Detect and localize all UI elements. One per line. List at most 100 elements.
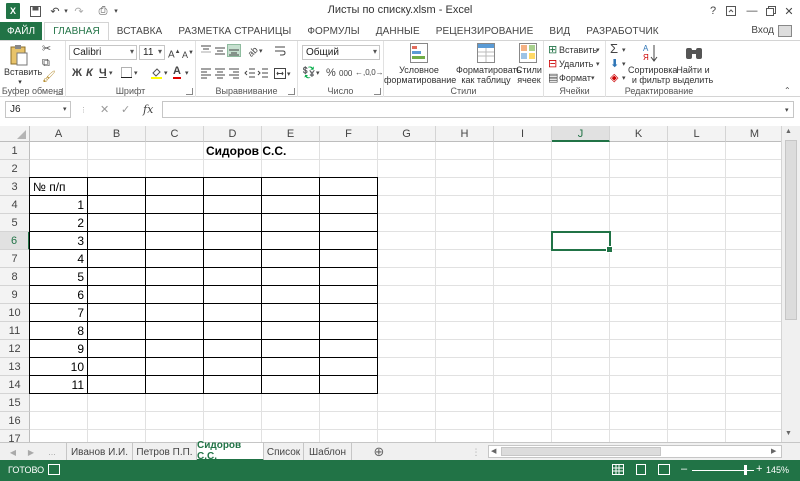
row-header-10[interactable]: 10 [0,304,30,322]
column-header-f[interactable]: F [320,126,378,142]
percent-button[interactable]: % [326,67,336,79]
decrease-indent-icon[interactable] [244,68,256,82]
row-header-1[interactable]: 1 [0,142,30,160]
format-cells-button[interactable]: Формат [559,73,591,83]
merge-center-icon[interactable] [274,68,286,82]
zoom-in-button[interactable]: + [756,463,762,475]
cell-styles-label2[interactable]: ячеек [514,75,544,85]
row-header-9[interactable]: 9 [0,286,30,304]
wrap-text-icon[interactable] [274,45,286,59]
copy-icon[interactable]: ⧉ [42,57,50,69]
find-select-label2[interactable]: выделить [672,75,714,85]
row-header-5[interactable]: 5 [0,214,30,232]
cell-a14-number[interactable]: 11 [30,378,84,392]
format-as-table-label2[interactable]: как таблицу [456,75,516,85]
collapse-ribbon-icon[interactable]: ⌃ [784,85,791,97]
active-cell-j6[interactable] [551,231,613,253]
fill-color-dropdown-icon[interactable]: ▾ [164,68,168,80]
tab-developer[interactable]: РАЗРАБОТЧИК [578,22,666,40]
align-top-icon[interactable] [200,45,212,59]
scroll-up-icon[interactable]: ▲ [785,128,792,135]
login-link[interactable]: Вход [751,25,774,36]
row-header-16[interactable]: 16 [0,412,30,430]
cell-a4-number[interactable]: 1 [30,198,84,212]
column-header-j[interactable]: J [552,126,610,142]
sort-filter-icon[interactable]: AЯ [642,43,662,66]
cell-styles-icon[interactable] [519,43,537,66]
close-button[interactable]: ✕ [782,3,796,19]
font-name-combo[interactable]: Calibri ▾ [69,45,137,60]
font-color-icon[interactable]: A [173,65,181,79]
column-header-i[interactable]: I [494,126,552,142]
increase-indent-icon[interactable] [257,68,269,82]
row-header-4[interactable]: 4 [0,196,30,214]
insert-dropdown-icon[interactable]: ▾ [596,45,600,57]
cut-icon[interactable]: ✂ [42,43,51,55]
fill-dropdown-icon[interactable]: ▾ [622,59,626,71]
clear-icon[interactable]: ◈ [610,72,618,84]
row-header-8[interactable]: 8 [0,268,30,286]
column-header-e[interactable]: E [262,126,320,142]
delete-cells-icon[interactable]: ⊟ [548,58,557,70]
sheet-tab-sidorov[interactable]: Сидоров С.С. [197,440,264,462]
tab-review[interactable]: РЕЦЕНЗИРОВАНИЕ [428,22,542,40]
zoom-out-button[interactable]: – [681,463,687,475]
underline-dropdown-icon[interactable]: ▾ [109,68,113,80]
column-header-c[interactable]: C [146,126,204,142]
align-bottom-icon[interactable] [227,44,241,57]
restore-icon[interactable] [764,3,778,19]
macro-recording-icon[interactable] [48,464,60,475]
more-sheets-left-icon[interactable]: ... [42,443,62,461]
font-size-combo[interactable]: 11 ▾ [139,45,165,60]
page-break-view-icon[interactable] [658,464,670,475]
merge-dropdown-icon[interactable]: ▾ [287,69,291,81]
ribbon-display-icon[interactable] [724,3,738,19]
autosum-icon[interactable]: Σ [610,42,618,55]
cell-a3-header[interactable]: № п/п [33,180,66,194]
cell-styles-label1[interactable]: Стили [514,65,544,75]
autosum-dropdown-icon[interactable]: ▾ [622,45,626,57]
fill-icon[interactable]: ⬇ [610,58,619,70]
grow-font-icon[interactable]: A▲ [168,46,181,61]
fill-color-icon[interactable] [150,66,163,82]
orientation-icon[interactable]: ab [246,45,260,60]
row-header-11[interactable]: 11 [0,322,30,340]
format-dropdown-icon[interactable]: ▾ [591,73,595,85]
name-box[interactable]: J6 [5,101,71,118]
formula-input[interactable] [162,101,794,118]
format-painter-icon[interactable]: 🖌 [42,71,56,83]
tab-data[interactable]: ДАННЫЕ [368,22,428,40]
cell-a9-number[interactable]: 6 [30,288,84,302]
number-launcher-icon[interactable] [374,88,381,95]
cell-a6-number[interactable]: 3 [30,234,84,248]
row-header-17[interactable]: 17 [0,430,30,442]
scroll-down-icon[interactable]: ▼ [785,430,792,437]
format-as-table-label1[interactable]: Форматировать [456,65,521,75]
currency-icon[interactable]: 💱 [302,67,316,79]
row-header-2[interactable]: 2 [0,160,30,178]
borders-icon[interactable] [121,67,132,81]
zoom-slider-thumb[interactable] [744,465,747,475]
format-as-table-icon[interactable] [477,43,495,66]
cell-a10-number[interactable]: 7 [30,306,84,320]
column-header-b[interactable]: B [88,126,146,142]
tab-home[interactable]: ГЛАВНАЯ [44,22,109,40]
tab-formulas[interactable]: ФОРМУЛЫ [299,22,367,40]
clear-dropdown-icon[interactable]: ▾ [622,73,626,85]
align-center-icon[interactable] [214,68,226,82]
align-left-icon[interactable] [200,68,212,82]
cancel-icon[interactable]: ✕ [100,104,109,116]
sheet-tab-template[interactable]: Шаблон [304,443,352,461]
column-header-a[interactable]: A [30,126,88,142]
tab-insert[interactable]: ВСТАВКА [109,22,171,40]
borders-dropdown-icon[interactable]: ▾ [134,68,138,80]
sort-filter-label1[interactable]: Сортировка [628,65,677,75]
column-header-k[interactable]: K [610,126,668,142]
horizontal-scroll-thumb[interactable] [501,447,661,456]
clipboard-launcher-icon[interactable] [56,88,63,95]
worksheet-grid[interactable]: ABCDEFGHIJKLM 1 2 3 4 5 6 7 8 9 10 11 12 13 14 15 16 17 … [0,126,781,442]
decrease-decimal-icon[interactable]: ,0→ [369,67,384,79]
alignment-launcher-icon[interactable] [288,88,295,95]
align-right-icon[interactable] [228,68,240,82]
font-color-dropdown-icon[interactable]: ▾ [185,68,189,80]
